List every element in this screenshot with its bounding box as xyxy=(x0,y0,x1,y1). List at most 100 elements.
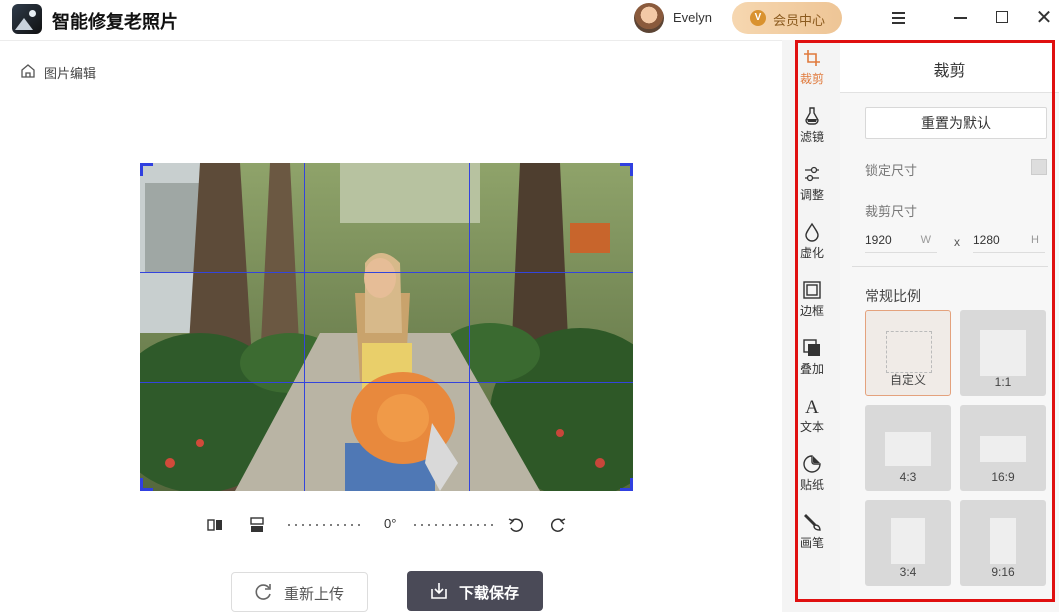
rotation-slider-left[interactable] xyxy=(288,524,365,526)
ratio-custom[interactable]: 自定义 xyxy=(865,310,951,396)
tool-label: 裁剪 xyxy=(799,72,824,86)
filter-icon xyxy=(805,107,819,125)
text-icon: A xyxy=(805,397,819,416)
vip-icon: V xyxy=(750,10,766,26)
flip-horizontal-icon[interactable] xyxy=(205,515,225,535)
menu-icon[interactable] xyxy=(886,6,910,30)
ratio-16-9[interactable]: 16:9 xyxy=(960,405,1046,491)
home-icon xyxy=(21,64,35,78)
ratio-shape xyxy=(886,331,932,373)
vip-center-button[interactable]: V 会员中心 xyxy=(732,2,842,34)
lock-size-label: 锁定尺寸 xyxy=(865,163,918,178)
tool-overlay[interactable]: 叠加 xyxy=(796,338,828,388)
ratio-label: 4:3 xyxy=(899,470,917,484)
breadcrumb-label: 图片编辑 xyxy=(44,66,97,81)
tool-brush[interactable]: 画笔 xyxy=(796,512,828,562)
tool-label: 边框 xyxy=(799,304,824,318)
ratio-shape xyxy=(885,432,931,466)
crop-handle-top-right[interactable] xyxy=(620,163,633,176)
username[interactable]: Evelyn xyxy=(673,10,712,25)
ratio-3-4[interactable]: 3:4 xyxy=(865,500,951,586)
rotate-right-icon[interactable] xyxy=(548,515,568,535)
reupload-button[interactable]: 重新上传 xyxy=(231,572,368,612)
frame-icon xyxy=(803,281,821,299)
tool-adjust[interactable]: 调整 xyxy=(796,164,828,214)
size-separator: x xyxy=(954,235,960,249)
ratio-1-1[interactable]: 1:1 xyxy=(960,310,1046,396)
download-save-label: 下载保存 xyxy=(459,585,520,602)
tool-label: 虚化 xyxy=(799,246,824,260)
width-unit: W xyxy=(920,234,931,246)
adjust-icon xyxy=(805,166,819,182)
maximize-icon[interactable] xyxy=(990,6,1014,30)
height-field[interactable]: 1280 H xyxy=(973,230,1045,253)
ratio-label: 自定义 xyxy=(889,373,926,387)
crop-grid-line xyxy=(469,163,470,491)
tool-frame[interactable]: 边框 xyxy=(796,280,828,330)
ratio-4-3[interactable]: 4:3 xyxy=(865,405,951,491)
panel-header: 裁剪 xyxy=(840,40,1059,93)
brush-icon xyxy=(804,514,821,531)
tool-label: 贴纸 xyxy=(799,478,824,492)
app-logo-icon xyxy=(12,4,42,34)
avatar[interactable] xyxy=(634,3,664,33)
blur-icon xyxy=(805,222,819,242)
crop-grid-line xyxy=(304,163,305,491)
tool-blur[interactable]: 虚化 xyxy=(796,222,828,272)
crop-panel: 裁剪 重置为默认 锁定尺寸 裁剪尺寸 1920 W x 1280 H 常规比例 … xyxy=(840,40,1059,612)
height-value: 1280 xyxy=(973,233,1000,247)
download-save-button[interactable]: 下载保存 xyxy=(407,571,543,611)
crop-grid-line xyxy=(140,382,633,383)
tool-strip: 裁剪 滤镜 调整 虚化 边框 叠加 A 文本 贴纸 画笔 xyxy=(782,40,840,612)
refresh-icon xyxy=(255,584,271,600)
flip-vertical-icon[interactable] xyxy=(247,515,267,535)
ratio-shape xyxy=(980,330,1026,376)
panel-title: 裁剪 xyxy=(933,63,966,80)
tool-label: 叠加 xyxy=(799,362,824,376)
height-unit: H xyxy=(1031,234,1039,246)
tool-filter[interactable]: 滤镜 xyxy=(796,106,828,156)
tool-label: 滤镜 xyxy=(799,130,824,144)
tool-text[interactable]: A 文本 xyxy=(796,396,828,446)
tool-sticker[interactable]: 贴纸 xyxy=(796,454,828,504)
download-icon xyxy=(431,583,447,599)
crop-handle-bottom-left[interactable] xyxy=(140,478,153,491)
svg-text:A: A xyxy=(805,397,819,416)
sticker-icon xyxy=(803,455,821,473)
ratio-label: 3:4 xyxy=(899,565,917,579)
rotate-left-icon[interactable] xyxy=(506,515,526,535)
photo-canvas[interactable] xyxy=(140,163,633,491)
edit-toolbar: 0° xyxy=(200,512,580,538)
lock-size-checkbox[interactable] xyxy=(1031,159,1047,175)
tool-label: 文本 xyxy=(799,420,824,434)
close-icon[interactable]: ✕ xyxy=(1032,6,1056,30)
ratio-shape xyxy=(990,518,1016,564)
ratio-9-16[interactable]: 9:16 xyxy=(960,500,1046,586)
ratio-shape xyxy=(891,518,925,564)
minimize-icon[interactable] xyxy=(948,6,972,30)
crop-handle-top-left[interactable] xyxy=(140,163,153,176)
reupload-label: 重新上传 xyxy=(284,586,345,603)
crop-icon xyxy=(804,50,820,66)
crop-size-label: 裁剪尺寸 xyxy=(865,204,918,219)
ratio-label: 16:9 xyxy=(991,470,1015,484)
ratio-section-label: 常规比例 xyxy=(865,288,921,304)
ratio-shape xyxy=(980,436,1026,462)
ratio-label: 9:16 xyxy=(991,565,1015,579)
app-title: 智能修复老照片 xyxy=(52,12,178,32)
tool-label: 画笔 xyxy=(799,536,824,550)
tool-crop[interactable]: 裁剪 xyxy=(796,48,828,98)
tool-label: 调整 xyxy=(799,188,824,202)
crop-grid-line xyxy=(140,272,633,273)
crop-handle-bottom-right[interactable] xyxy=(620,478,633,491)
overlay-icon xyxy=(803,339,820,356)
photo-image xyxy=(140,163,633,491)
ratio-label: 1:1 xyxy=(994,375,1012,389)
vip-label: 会员中心 xyxy=(773,13,826,28)
width-value: 1920 xyxy=(865,233,892,247)
rotation-slider-right[interactable] xyxy=(414,524,498,526)
rotation-value: 0° xyxy=(384,516,397,531)
width-field[interactable]: 1920 W xyxy=(865,230,937,253)
reset-default-button[interactable]: 重置为默认 xyxy=(865,107,1047,139)
divider xyxy=(852,266,1048,267)
